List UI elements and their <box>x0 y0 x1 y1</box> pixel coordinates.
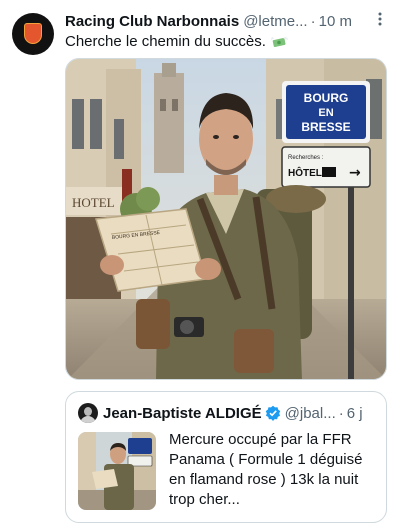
quoted-author-display-name[interactable]: Jean-Baptiste ALDIGÉ <box>103 405 262 422</box>
more-vertical-icon[interactable] <box>373 11 387 31</box>
hotel-sign-small: Recherches : <box>288 155 324 161</box>
quoted-tweet-thumbnail[interactable] <box>78 432 156 510</box>
quoted-author-avatar[interactable] <box>78 403 98 423</box>
author-avatar[interactable] <box>12 13 54 55</box>
hotel-sign-main: HÔTEL <box>288 166 322 179</box>
tweet-text: Cherche le chemin du succès. <box>65 33 289 50</box>
photo-scene: HOTEL BOURG EN BRESSE Recherches : HÔTEL <box>66 59 386 379</box>
building-sign-text: HOTEL <box>72 195 115 210</box>
club-crest-icon <box>24 23 42 44</box>
thumbnail-scene <box>78 432 156 510</box>
money-with-wings-emoji-icon <box>270 35 289 49</box>
hotel-sign-arrow: → <box>349 165 361 181</box>
tweet[interactable]: Racing Club Narbonnais @letme... · 10 m … <box>0 0 400 528</box>
author-display-name[interactable]: Racing Club Narbonnais <box>65 13 239 30</box>
tweet-timestamp[interactable]: 10 m <box>319 13 352 30</box>
quoted-tweet-header: Jean-Baptiste ALDIGÉ @jbal... · 6 j <box>78 403 378 423</box>
quoted-header-separator: · <box>338 404 344 422</box>
tweet-header: Racing Club Narbonnais @letme... · 10 m <box>65 11 387 31</box>
quoted-tweet-timestamp[interactable]: 6 j <box>347 405 363 422</box>
tweet-text-body: Cherche le chemin du succès. <box>65 33 266 50</box>
verified-badge-icon <box>265 405 281 421</box>
quoted-tweet-text: Mercure occupé par la FFR Panama ( Formu… <box>169 431 363 508</box>
quoted-author-handle[interactable]: @jbal... <box>285 405 336 422</box>
sign-line2: EN <box>318 107 333 119</box>
sign-line3: BRESSE <box>301 120 350 134</box>
quoted-tweet[interactable]: Jean-Baptiste ALDIGÉ @jbal... · 6 j Merc… <box>65 391 387 523</box>
author-handle[interactable]: @letme... <box>243 13 307 30</box>
tweet-photo[interactable]: HOTEL BOURG EN BRESSE Recherches : HÔTEL <box>65 58 387 380</box>
sign-line1: BOURG <box>304 91 349 105</box>
header-separator: · <box>310 12 316 30</box>
